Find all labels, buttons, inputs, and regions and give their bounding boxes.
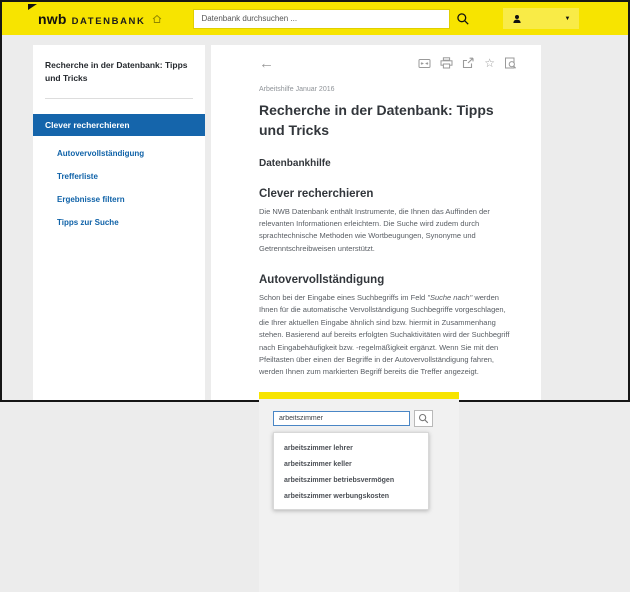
document-subtitle: Datenbankhilfe	[259, 158, 517, 169]
app-header: nwb DATENBANK ▼	[2, 2, 628, 35]
paragraph-text: Schon bei der Eingabe eines Suchbegriffs…	[259, 293, 427, 302]
chevron-down-icon: ▼	[565, 16, 571, 22]
example-yellow-bar	[259, 392, 459, 399]
example-body: arbeitszimmer lehrer arbeitszimmer kelle…	[259, 399, 459, 510]
section-paragraph-autocomplete: Schon bei der Eingabe eines Suchbegriffs…	[259, 292, 517, 379]
logo-product-text: DATENBANK	[72, 16, 146, 27]
datenbank-search-input[interactable]	[193, 9, 450, 29]
autocomplete-dropdown: arbeitszimmer lehrer arbeitszimmer kelle…	[273, 432, 429, 510]
section-heading-autocomplete: Autovervollständigung	[259, 274, 517, 286]
header-search	[193, 8, 476, 30]
article-toolbar: ← ☆	[259, 55, 517, 71]
sidebar-title: Recherche in der Datenbank: Tipps und Tr…	[45, 59, 193, 85]
back-icon[interactable]: ←	[259, 56, 274, 71]
autocomplete-suggestion[interactable]: arbeitszimmer werbungskosten	[274, 489, 428, 505]
search-icon	[456, 12, 470, 26]
example-search-input[interactable]	[273, 411, 410, 426]
example-search-button[interactable]	[414, 410, 433, 427]
toolbar-icons: ☆	[418, 57, 517, 69]
sidebar-item-tipps-zur-suche[interactable]: Tipps zur Suche	[57, 218, 193, 227]
sidebar: Recherche in der Datenbank: Tipps und Tr…	[33, 45, 205, 400]
page-body: Recherche in der Datenbank: Tipps und Tr…	[2, 35, 628, 400]
search-icon	[418, 413, 429, 424]
share-icon[interactable]	[462, 57, 475, 69]
nwb-flag-icon	[28, 4, 37, 10]
sidebar-item-clever-recherchieren[interactable]: Clever recherchieren	[33, 114, 205, 136]
sidebar-links: Autovervollständigung Trefferliste Ergeb…	[45, 149, 193, 227]
sidebar-item-trefferliste[interactable]: Trefferliste	[57, 172, 193, 181]
section-paragraph-clever: Die NWB Datenbank enthält Instrumente, d…	[259, 206, 517, 256]
home-icon[interactable]	[152, 14, 162, 24]
document-search-icon[interactable]	[504, 57, 517, 69]
autocomplete-example-figure: arbeitszimmer lehrer arbeitszimmer kelle…	[259, 392, 459, 592]
section-heading-clever: Clever recherchieren	[259, 188, 517, 200]
document-meta: Arbeitshilfe Januar 2016	[259, 86, 517, 93]
page-title: Recherche in der Datenbank: Tipps und Tr…	[259, 100, 517, 141]
user-menu[interactable]: ▼	[503, 8, 579, 29]
autocomplete-suggestion[interactable]: arbeitszimmer keller	[274, 457, 428, 473]
favorite-star-icon[interactable]: ☆	[484, 57, 495, 69]
document-pager-icon[interactable]	[418, 58, 431, 69]
sidebar-divider	[45, 98, 193, 99]
autocomplete-suggestion[interactable]: arbeitszimmer lehrer	[274, 441, 428, 457]
sidebar-item-ergebnisse-filtern[interactable]: Ergebnisse filtern	[57, 195, 193, 204]
user-icon	[512, 14, 522, 24]
nwb-datenbank-app: { "header": { "logo": { "brand": "nwb", …	[0, 0, 630, 402]
example-search	[273, 410, 445, 427]
nwb-logo[interactable]: nwb DATENBANK	[38, 11, 162, 27]
sidebar-item-autovervollstaendigung[interactable]: Autovervollständigung	[57, 149, 193, 158]
logo-brand-text: nwb	[38, 11, 67, 27]
header-search-button[interactable]	[450, 8, 476, 30]
print-icon[interactable]	[440, 57, 453, 69]
paragraph-text: werden Ihnen für die automatische Vervol…	[259, 293, 509, 376]
paragraph-italic-text: "Suche nach"	[427, 293, 472, 302]
autocomplete-suggestion[interactable]: arbeitszimmer betriebsvermögen	[274, 473, 428, 489]
article-panel: ← ☆ Arbeitshilfe Januar 2016 Recherche i…	[211, 45, 541, 400]
